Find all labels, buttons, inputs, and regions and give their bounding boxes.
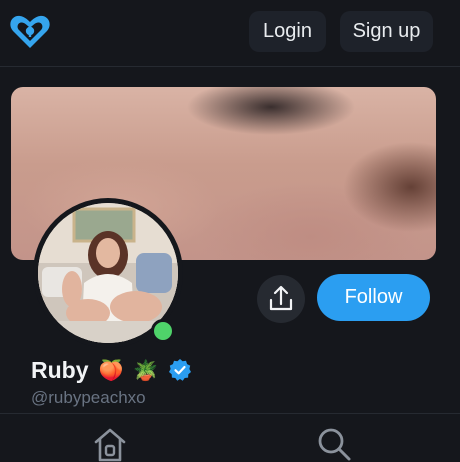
plant-emoji: 🪴 bbox=[133, 358, 159, 382]
sign-up-button[interactable]: Sign up bbox=[340, 11, 433, 52]
heart-lock-icon[interactable] bbox=[9, 14, 51, 50]
share-button[interactable] bbox=[257, 275, 305, 323]
search-icon[interactable] bbox=[316, 426, 352, 462]
peach-emoji: 🍑 bbox=[98, 358, 124, 382]
share-icon bbox=[269, 285, 293, 311]
home-icon[interactable] bbox=[92, 426, 128, 462]
profile-name: Ruby bbox=[31, 356, 89, 383]
login-button[interactable]: Login bbox=[249, 11, 326, 52]
online-status-dot bbox=[151, 319, 175, 343]
follow-button[interactable]: Follow bbox=[317, 274, 430, 321]
profile-handle: @rubypeachxo bbox=[31, 388, 146, 407]
verified-badge-icon bbox=[169, 359, 192, 381]
top-bar: Login Sign up bbox=[0, 0, 460, 67]
divider bbox=[0, 413, 460, 414]
profile-name-row: Ruby 🍑 🪴 bbox=[31, 354, 192, 386]
